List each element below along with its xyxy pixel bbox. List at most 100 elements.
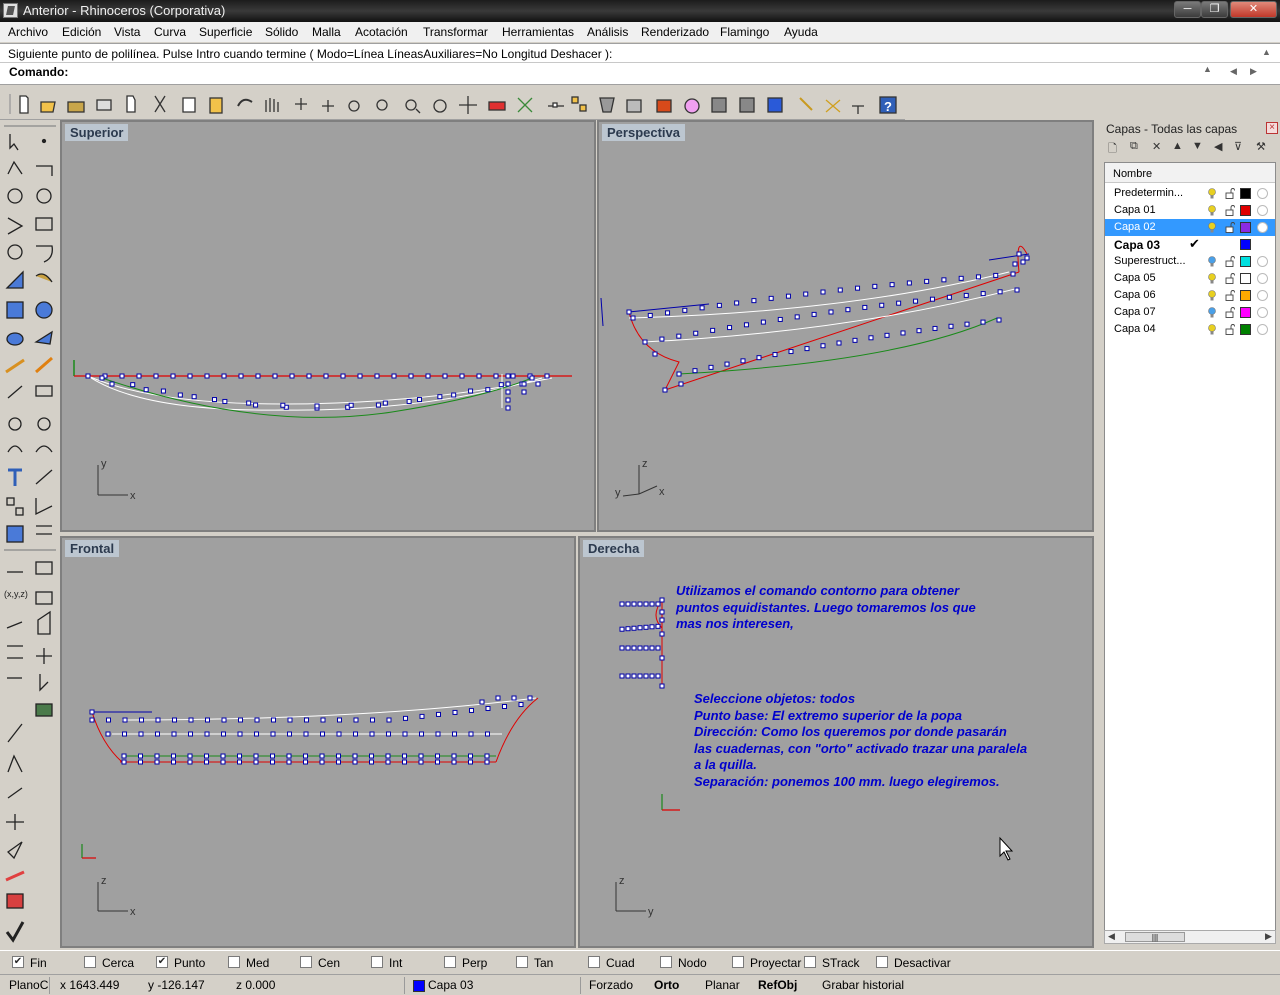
control-point[interactable] (187, 759, 193, 765)
control-point[interactable] (676, 333, 682, 339)
control-point[interactable] (323, 373, 329, 379)
visibility-bulb-icon[interactable] (1208, 256, 1216, 267)
control-point[interactable] (320, 731, 325, 737)
control-point[interactable] (205, 717, 210, 723)
control-point[interactable] (204, 753, 209, 759)
control-point[interactable] (435, 753, 440, 759)
control-point[interactable] (760, 319, 766, 325)
control-point[interactable] (948, 323, 954, 329)
unlock-icon[interactable] (1225, 188, 1235, 199)
control-point[interactable] (929, 296, 935, 302)
control-point[interactable] (348, 402, 354, 408)
control-point[interactable] (619, 601, 625, 607)
current-layer[interactable]: Capa 03 (428, 978, 473, 992)
control-point[interactable] (237, 753, 242, 759)
menu-analisis[interactable]: Análisis (587, 25, 628, 39)
unlock-icon[interactable] (1225, 290, 1235, 301)
control-point[interactable] (136, 373, 142, 379)
control-point[interactable] (442, 373, 448, 379)
scroll-left-icon[interactable]: ◀ (1108, 931, 1115, 942)
viewport-title[interactable]: Derecha (583, 540, 645, 557)
control-point[interactable] (505, 397, 511, 403)
current-layer-swatch[interactable] (413, 980, 425, 992)
layer-material-icon[interactable] (1257, 256, 1268, 267)
control-point[interactable] (637, 625, 643, 631)
control-point[interactable] (451, 759, 457, 765)
layer-material-icon[interactable] (1257, 273, 1268, 284)
layer-material-icon[interactable] (1257, 290, 1268, 301)
layer-name[interactable]: Capa 05 (1114, 272, 1156, 284)
control-point[interactable] (303, 731, 309, 737)
control-point[interactable] (659, 609, 665, 615)
control-point[interactable] (468, 731, 474, 737)
control-point[interactable] (459, 373, 465, 379)
osnap-checkbox[interactable] (84, 956, 96, 968)
control-point[interactable] (303, 753, 308, 759)
control-point[interactable] (469, 707, 474, 713)
control-point[interactable] (418, 753, 424, 759)
control-point[interactable] (99, 375, 105, 381)
control-point[interactable] (106, 717, 111, 723)
control-point[interactable] (89, 717, 95, 723)
control-point[interactable] (963, 292, 969, 298)
control-point[interactable] (521, 389, 527, 395)
layer-color-swatch[interactable] (1240, 205, 1251, 216)
menu-ayuda[interactable]: Ayuda (784, 25, 818, 39)
control-point[interactable] (436, 711, 441, 717)
layer-material-icon[interactable] (1257, 188, 1268, 199)
control-point[interactable] (237, 759, 242, 765)
control-point[interactable] (659, 631, 665, 637)
layer-color-swatch[interactable] (1240, 273, 1251, 284)
control-point[interactable] (138, 759, 143, 765)
layer-color-swatch[interactable] (1240, 290, 1251, 301)
control-point[interactable] (889, 282, 895, 288)
control-point[interactable] (153, 373, 159, 379)
layer-row[interactable]: Superestruct... (1105, 253, 1275, 270)
layer-color-swatch[interactable] (1240, 239, 1251, 250)
visibility-bulb-icon[interactable] (1208, 273, 1216, 284)
control-point[interactable] (254, 731, 259, 737)
control-point[interactable] (896, 300, 902, 306)
scroll-right-icon[interactable]: ▶ (1265, 931, 1272, 942)
control-point[interactable] (271, 717, 276, 723)
control-point[interactable] (505, 373, 511, 379)
control-point[interactable] (756, 355, 762, 361)
delete-layer-icon[interactable]: ✕ (1152, 140, 1161, 153)
control-point[interactable] (862, 304, 868, 310)
close-button[interactable]: ✕ (1230, 1, 1277, 18)
control-point[interactable] (785, 293, 791, 299)
control-point[interactable] (941, 277, 947, 283)
control-point[interactable] (521, 381, 527, 387)
control-point[interactable] (820, 289, 826, 295)
control-point[interactable] (204, 759, 209, 765)
control-point[interactable] (655, 645, 661, 651)
control-point[interactable] (353, 717, 359, 723)
control-point[interactable] (468, 388, 474, 394)
control-point[interactable] (625, 626, 631, 632)
control-point[interactable] (692, 368, 698, 374)
unlock-icon[interactable] (1225, 324, 1235, 335)
control-point[interactable] (304, 717, 309, 723)
control-point[interactable] (253, 759, 259, 765)
control-point[interactable] (382, 400, 388, 406)
control-point[interactable] (320, 717, 326, 723)
control-point[interactable] (535, 381, 541, 387)
osnap-checkbox[interactable]: ✔ (156, 956, 168, 968)
control-point[interactable] (336, 753, 341, 759)
control-point[interactable] (386, 717, 392, 723)
control-point[interactable] (659, 655, 665, 661)
layer-name[interactable]: Superestruct... (1114, 255, 1186, 267)
control-point[interactable] (451, 392, 457, 398)
control-point[interactable] (527, 695, 533, 701)
control-point[interactable] (221, 373, 227, 379)
control-point[interactable] (122, 731, 127, 737)
control-point[interactable] (177, 392, 183, 398)
control-point[interactable] (1012, 261, 1018, 267)
control-point[interactable] (238, 373, 244, 379)
control-point[interactable] (852, 337, 858, 343)
control-point[interactable] (171, 731, 177, 737)
control-point[interactable] (964, 321, 970, 327)
control-point[interactable] (655, 623, 661, 629)
control-point[interactable] (652, 351, 658, 357)
control-point[interactable] (740, 358, 746, 364)
